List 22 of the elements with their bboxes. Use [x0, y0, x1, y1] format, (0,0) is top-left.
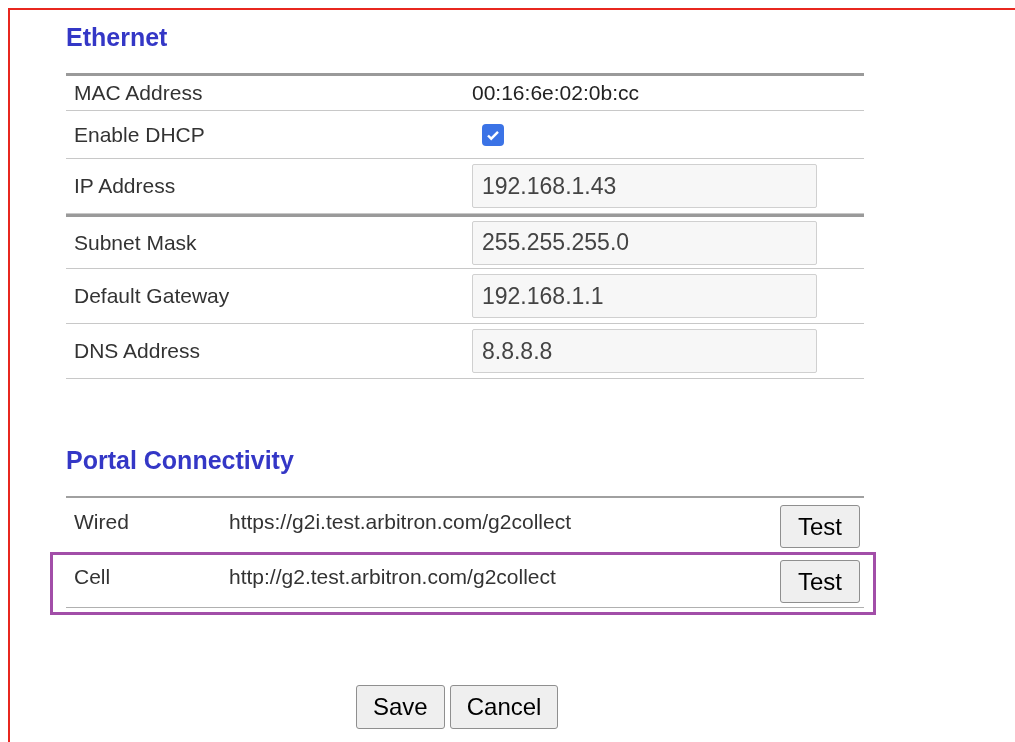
field-label: Enable DHCP	[73, 121, 206, 148]
mac-address-value: 00:16:6e:02:0b:cc	[472, 80, 639, 107]
connection-label: Wired	[73, 509, 130, 535]
section-heading: Ethernet	[66, 22, 169, 52]
address-input[interactable]: 192.168.1.43	[472, 164, 817, 208]
address-input[interactable]: 8.8.8.8	[472, 329, 817, 373]
dhcp-checkbox[interactable]	[482, 123, 504, 146]
portal-url: http://g2.test.arbitron.com/g2collect	[229, 564, 557, 590]
address-input[interactable]: 255.255.255.0	[472, 220, 817, 265]
portal-url: https://g2i.test.arbitron.com/g2collect	[229, 509, 572, 535]
field-label: IP Address	[73, 173, 177, 200]
field-label: Subnet Mask	[73, 229, 198, 256]
form-button[interactable]: Save	[356, 685, 445, 729]
section-heading: Portal Connectivity	[66, 445, 295, 475]
field-label: Default Gateway	[73, 283, 231, 310]
form-button[interactable]: Cancel	[449, 685, 559, 729]
field-label: MAC Address	[73, 80, 204, 107]
field-label: DNS Address	[73, 338, 202, 365]
address-input[interactable]: 192.168.1.1	[472, 274, 817, 318]
test-button[interactable]: Test	[780, 505, 860, 548]
test-button[interactable]: Test	[780, 560, 860, 603]
connection-label: Cell	[73, 564, 112, 590]
